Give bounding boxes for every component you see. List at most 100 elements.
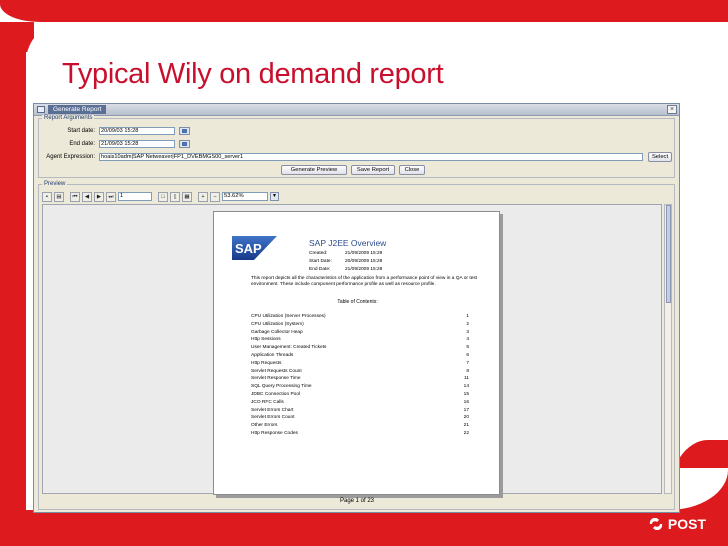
toc-entry-label: Servlet Requests Count (251, 368, 302, 374)
toc-entry-label: Garbage Collector Heap (251, 329, 303, 335)
toc-row: Http Response Codes 22 (251, 430, 469, 438)
toc-entry-page: 6 (466, 352, 469, 358)
preview-label: Preview (42, 181, 68, 187)
toc-entry-page: 22 (463, 430, 469, 436)
preview-toolbar: ▪ ▤ ⏮ ◀ ▶ ⏭ 1 □ ▯ ▦ + − 53.62% ▼ (42, 191, 279, 202)
toc-entry-label: User Management: Created Tickets (251, 345, 327, 351)
meta-row: Created: 21/09/2009 15:29 (309, 251, 383, 256)
toc-entry-label: CPU Utilization (System) (251, 321, 304, 327)
post-logo-mark-icon (649, 518, 662, 530)
toc-entry-label: SQL Query Processing Time (251, 384, 312, 390)
report-meta: Created: 21/09/2009 15:29 Start Date: 20/0… (309, 250, 382, 274)
toc-entry-page: 16 (463, 399, 469, 405)
post-logo-text: POST (667, 516, 706, 532)
toc-entry-label: JCO RFC Calls (251, 399, 284, 405)
toc-row: CPU Utilization (Server Processes) 1 (251, 313, 469, 321)
toc-entry-page: 7 (466, 360, 469, 366)
first-page-icon[interactable]: ⏮ (70, 191, 80, 202)
start-date-field[interactable]: 20/09/03 15:28 (99, 127, 175, 135)
agent-expression-field[interactable]: hoais10adm|SAP Netweaver|FP1_DVEBMGS00_s… (99, 153, 643, 161)
window-icon (37, 106, 45, 113)
slide-top-band (0, 0, 728, 52)
two-page-icon[interactable]: ▯ (170, 191, 180, 202)
toc-entry-page: 21 (463, 423, 469, 429)
toc-entry-page: 20 (463, 415, 469, 421)
zoom-out-icon[interactable]: − (210, 191, 220, 202)
toc-entry-label: JDBC Connection Pool (251, 391, 301, 397)
report-arguments-group: Report Arguments Start date: 20/09/03 15… (38, 115, 675, 178)
toc-entry-page: 11 (464, 376, 469, 382)
end-date-calendar-icon[interactable] (179, 140, 190, 148)
toc-entry-page: 2 (466, 321, 469, 327)
post-logo: POST (648, 516, 706, 532)
last-page-icon[interactable]: ⏭ (106, 191, 116, 202)
report-arguments-label: Report Arguments (42, 115, 95, 121)
report-page: SAP SAP J2EE Overview Created: 21/09/2009… (213, 211, 500, 495)
agent-expression-label: Agent Expression: (46, 154, 95, 160)
select-button[interactable]: Select (648, 152, 672, 162)
next-page-icon[interactable]: ▶ (94, 191, 104, 202)
toc-row: Http Requests 7 (251, 360, 469, 368)
dialog-close-button[interactable]: × (667, 105, 677, 114)
dialog-title: Generate Report (48, 105, 107, 114)
toc-row: SQL Query Processing Time 14 (251, 383, 469, 391)
toc-entry-label: Http Requests (251, 360, 282, 366)
scrollbar-thumb[interactable] (666, 205, 671, 303)
end-date-field[interactable]: 21/09/03 15:28 (99, 140, 175, 148)
toc-row: Servlet Errors Chart 17 (251, 407, 469, 415)
dialog-titlebar[interactable]: Generate Report × (34, 104, 679, 116)
toc-row: Servlet Response Time 11 (251, 375, 469, 383)
toc-row: CPU Utilization (System) 2 (251, 321, 469, 329)
start-date-calendar-icon[interactable] (179, 127, 190, 135)
meta-row: Start Date: 20/09/2009 15:28 (309, 259, 383, 264)
toc-row: Application Threads 6 (251, 352, 469, 360)
slide-left-band (0, 22, 26, 546)
toc-row: Garbage Collector Heap 3 (251, 329, 469, 337)
end-date-label: End date: (69, 141, 95, 147)
page-status: Page 1 of 23 (339, 498, 375, 504)
zoom-in-icon[interactable]: + (198, 191, 208, 202)
toc-row: Http Sessions 4 (251, 336, 469, 344)
toc-entry-page: 8 (466, 368, 469, 374)
meta-row: End Date: 21/09/2009 15:28 (309, 267, 383, 272)
toc-entry-page: 3 (466, 329, 469, 335)
slide-title: Typical Wily on demand report (62, 58, 444, 90)
toc-entry-label: Other Errors (251, 423, 278, 429)
toc-row: Other Errors 21 (251, 422, 469, 430)
report-title: SAP J2EE Overview (309, 238, 387, 248)
multi-page-icon[interactable]: ▦ (182, 191, 192, 202)
toc-entry-page: 1 (466, 314, 469, 319)
close-button[interactable]: Close (399, 165, 425, 175)
zoom-dropdown-icon[interactable]: ▼ (270, 192, 279, 201)
save-icon[interactable]: ▪ (42, 191, 52, 202)
prev-page-icon[interactable]: ◀ (82, 191, 92, 202)
toc-entry-label: Http Sessions (251, 337, 281, 343)
print-icon[interactable]: ▤ (54, 191, 64, 202)
toc-entry-label: Http Response Codes (251, 430, 298, 436)
table-of-contents: CPU Utilization (Server Processes) 1 CPU U… (251, 313, 469, 438)
start-date-label: Start date: (67, 128, 95, 134)
single-page-icon[interactable]: □ (158, 191, 168, 202)
preview-group: Preview ▪ ▤ ⏮ ◀ ▶ ⏭ 1 □ ▯ ▦ + − 53.62% ▼ (38, 181, 675, 510)
sap-logo-text: SAP (235, 241, 262, 256)
toc-row: Servlet Requests Count 8 (251, 368, 469, 376)
save-report-button[interactable]: Save Report (351, 165, 395, 175)
toc-entry-label: Servlet Response Time (251, 376, 301, 382)
toc-entry-label: Application Threads (251, 352, 294, 358)
toc-row: JDBC Connection Pool 15 (251, 391, 469, 399)
page-number-input[interactable]: 1 (118, 192, 152, 201)
toc-entry-label: Servlet Errors Count (251, 415, 295, 421)
generate-report-dialog: Generate Report × Report Arguments Start… (33, 103, 680, 513)
toc-entry-page: 17 (463, 407, 469, 413)
toc-row: Servlet Errors Count 20 (251, 414, 469, 422)
toc-row: JCO RFC Calls 16 (251, 399, 469, 407)
toc-entry-page: 14 (463, 384, 469, 390)
report-description: This report depicts all the characterist… (251, 276, 478, 287)
toc-title: Table of Contents: (337, 299, 378, 305)
generate-preview-button[interactable]: Generate Preview (281, 165, 347, 175)
preview-vertical-scrollbar[interactable] (664, 204, 672, 494)
slide-bottom-band (0, 510, 728, 546)
toc-row: User Management: Created Tickets 5 (251, 344, 469, 352)
zoom-level-input[interactable]: 53.62% (222, 192, 268, 201)
preview-viewport[interactable]: SAP SAP J2EE Overview Created: 21/09/2009… (42, 204, 662, 495)
